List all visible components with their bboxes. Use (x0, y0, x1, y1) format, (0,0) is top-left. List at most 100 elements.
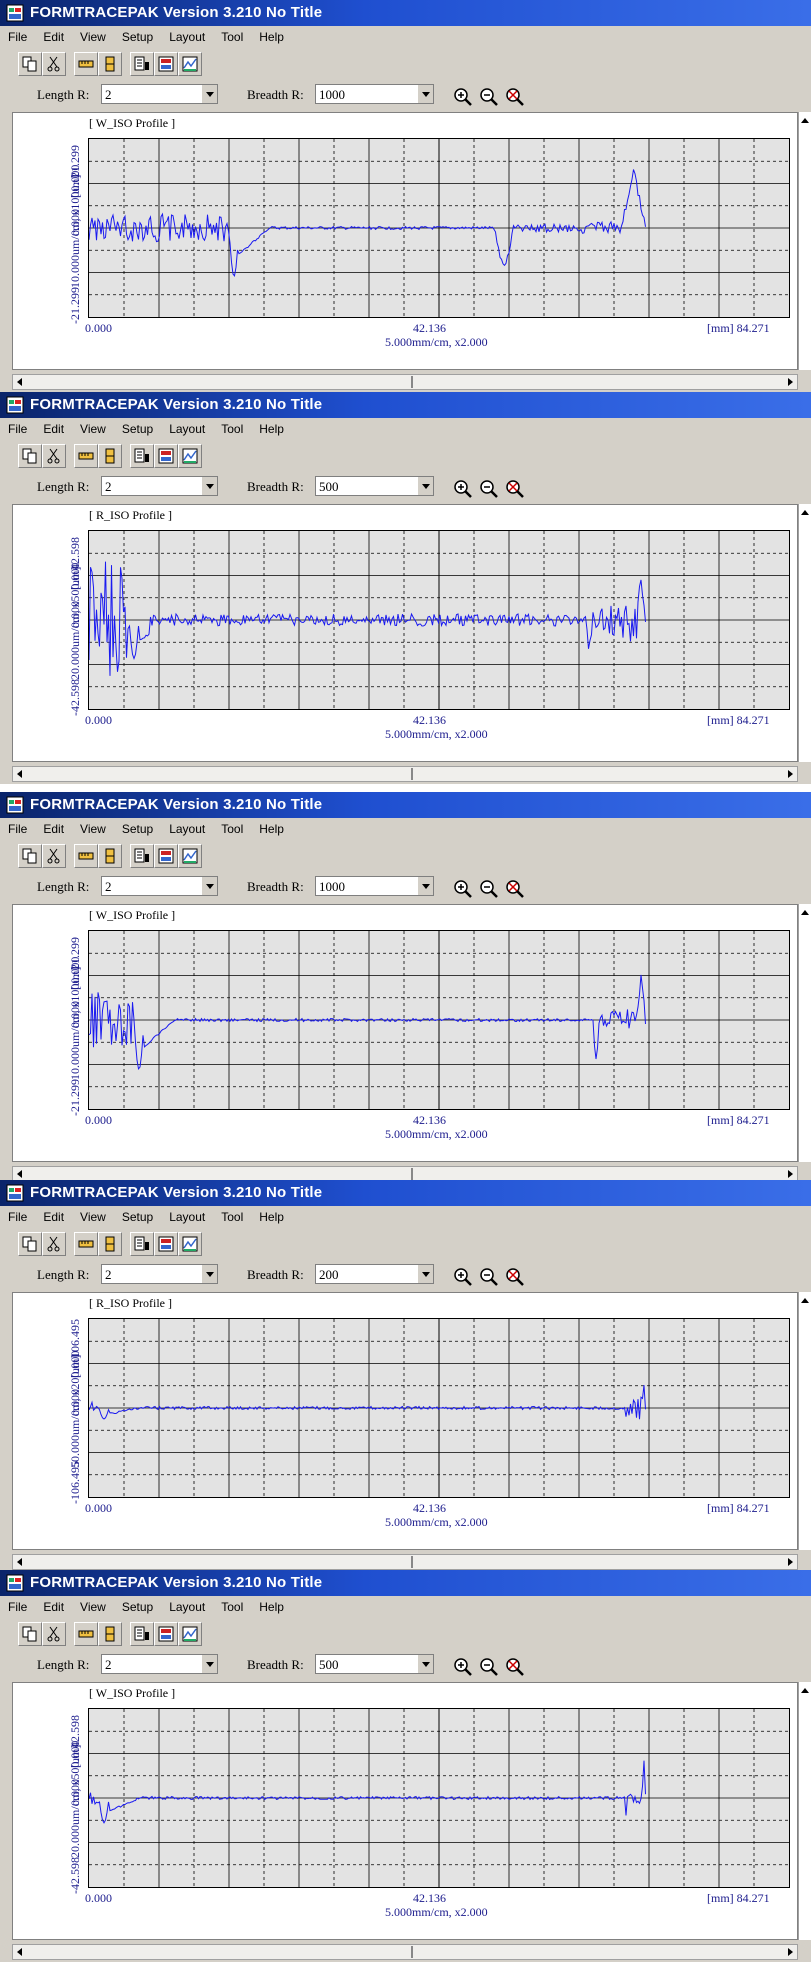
horizontal-scrollbar[interactable] (12, 766, 798, 782)
chevron-down-icon[interactable] (201, 1265, 217, 1283)
menu-tool[interactable]: Tool (221, 30, 243, 44)
cut-button[interactable] (42, 1622, 66, 1646)
menu-tool[interactable]: Tool (221, 1600, 243, 1614)
scroll-thumb[interactable] (411, 768, 413, 780)
plot-area[interactable]: [ W_ISO Profile ] -42.598 20.000um/cm, x… (12, 1682, 798, 1940)
chevron-left-icon[interactable] (17, 1170, 22, 1178)
menu-file[interactable]: File (8, 30, 27, 44)
cut-button[interactable] (42, 1232, 66, 1256)
zoom-out-button[interactable] (478, 1656, 500, 1678)
menu-help[interactable]: Help (259, 1210, 284, 1224)
chevron-up-icon[interactable] (801, 118, 809, 123)
chevron-down-icon[interactable] (201, 85, 217, 103)
cut-button[interactable] (42, 444, 66, 468)
menu-view[interactable]: View (80, 30, 106, 44)
scroll-thumb[interactable] (411, 1168, 413, 1180)
zoom-out-button[interactable] (478, 1266, 500, 1288)
ruler-button[interactable] (74, 844, 98, 868)
plot-area[interactable]: [ W_ISO Profile ] -21.299 10.000um/cm, x… (12, 904, 798, 1162)
menu-help[interactable]: Help (259, 422, 284, 436)
cut-button[interactable] (42, 52, 66, 76)
profile-graph[interactable] (88, 138, 790, 318)
report-button[interactable] (154, 444, 178, 468)
chevron-right-icon[interactable] (788, 1558, 793, 1566)
menu-edit[interactable]: Edit (43, 1600, 64, 1614)
vertical-scrollbar[interactable] (798, 1292, 811, 1550)
report-button[interactable] (154, 1232, 178, 1256)
zoom-in-button[interactable] (452, 1656, 474, 1678)
title-bar[interactable]: FORMTRACEPAK Version 3.210 No Title (0, 792, 811, 818)
vertical-scrollbar[interactable] (798, 112, 811, 370)
menu-layout[interactable]: Layout (169, 1600, 205, 1614)
chevron-left-icon[interactable] (17, 770, 22, 778)
breadth-combobox[interactable]: 1000 (315, 876, 434, 896)
copy-button[interactable] (18, 1232, 42, 1256)
menu-help[interactable]: Help (259, 1600, 284, 1614)
layout-button[interactable] (178, 444, 202, 468)
menu-view[interactable]: View (80, 422, 106, 436)
chevron-down-icon[interactable] (417, 1655, 433, 1673)
plot-area[interactable]: [ R_ISO Profile ] -42.598 20.000um/cm, x… (12, 504, 798, 762)
breadth-combobox[interactable]: 500 (315, 476, 434, 496)
copy-button[interactable] (18, 1622, 42, 1646)
chevron-up-icon[interactable] (801, 510, 809, 515)
vertical-scrollbar[interactable] (798, 1682, 811, 1940)
chevron-left-icon[interactable] (17, 1948, 22, 1956)
gauge-button[interactable] (98, 52, 122, 76)
menu-setup[interactable]: Setup (122, 30, 153, 44)
length-combobox[interactable]: 2 (101, 84, 218, 104)
copy-button[interactable] (18, 52, 42, 76)
menu-layout[interactable]: Layout (169, 30, 205, 44)
menu-setup[interactable]: Setup (122, 822, 153, 836)
zoom-out-button[interactable] (478, 86, 500, 108)
chevron-down-icon[interactable] (417, 877, 433, 895)
ruler-button[interactable] (74, 444, 98, 468)
gauge-button[interactable] (98, 844, 122, 868)
chevron-right-icon[interactable] (788, 1948, 793, 1956)
menu-tool[interactable]: Tool (221, 822, 243, 836)
chevron-down-icon[interactable] (417, 477, 433, 495)
menu-edit[interactable]: Edit (43, 30, 64, 44)
zoom-in-button[interactable] (452, 1266, 474, 1288)
chart-list-button[interactable] (130, 52, 154, 76)
report-button[interactable] (154, 52, 178, 76)
chart-list-button[interactable] (130, 444, 154, 468)
ruler-button[interactable] (74, 1232, 98, 1256)
gauge-button[interactable] (98, 444, 122, 468)
menu-help[interactable]: Help (259, 822, 284, 836)
scroll-thumb[interactable] (411, 1556, 413, 1568)
ruler-button[interactable] (74, 1622, 98, 1646)
gauge-button[interactable] (98, 1232, 122, 1256)
menu-file[interactable]: File (8, 422, 27, 436)
zoom-reset-button[interactable] (504, 86, 526, 108)
menu-file[interactable]: File (8, 1600, 27, 1614)
menu-view[interactable]: View (80, 1600, 106, 1614)
copy-button[interactable] (18, 444, 42, 468)
chevron-down-icon[interactable] (201, 477, 217, 495)
menu-view[interactable]: View (80, 822, 106, 836)
chart-list-button[interactable] (130, 1622, 154, 1646)
ruler-button[interactable] (74, 52, 98, 76)
chevron-right-icon[interactable] (788, 378, 793, 386)
zoom-in-button[interactable] (452, 86, 474, 108)
gauge-button[interactable] (98, 1622, 122, 1646)
menu-setup[interactable]: Setup (122, 1600, 153, 1614)
zoom-reset-button[interactable] (504, 478, 526, 500)
menu-layout[interactable]: Layout (169, 1210, 205, 1224)
scroll-thumb[interactable] (411, 376, 413, 388)
menu-file[interactable]: File (8, 822, 27, 836)
title-bar[interactable]: FORMTRACEPAK Version 3.210 No Title (0, 1570, 811, 1596)
chevron-up-icon[interactable] (801, 1688, 809, 1693)
profile-graph[interactable] (88, 930, 790, 1110)
horizontal-scrollbar[interactable] (12, 1554, 798, 1570)
layout-button[interactable] (178, 844, 202, 868)
chart-list-button[interactable] (130, 1232, 154, 1256)
profile-graph[interactable] (88, 1318, 790, 1498)
menu-help[interactable]: Help (259, 30, 284, 44)
zoom-in-button[interactable] (452, 478, 474, 500)
layout-button[interactable] (178, 52, 202, 76)
title-bar[interactable]: FORMTRACEPAK Version 3.210 No Title (0, 0, 811, 26)
menu-edit[interactable]: Edit (43, 822, 64, 836)
chevron-right-icon[interactable] (788, 770, 793, 778)
breadth-combobox[interactable]: 200 (315, 1264, 434, 1284)
